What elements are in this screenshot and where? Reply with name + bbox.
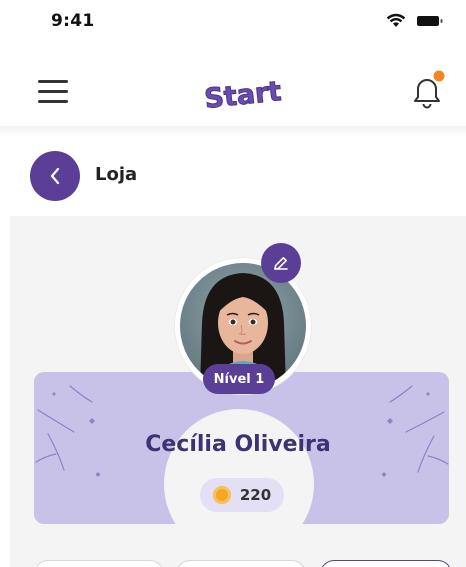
coins-balance: 220 [200, 478, 284, 512]
notifications-button[interactable] [405, 70, 449, 114]
app-bar: Start [0, 56, 466, 128]
user-name: Cecília Oliveira [145, 432, 331, 457]
battery-icon [417, 15, 443, 26]
coin-icon [212, 486, 231, 504]
start-logo: Start [203, 76, 284, 115]
status-bar: 9:41 [0, 0, 466, 44]
logo-text: Start [203, 76, 283, 115]
status-time: 9:41 [51, 11, 95, 31]
page-header: Loja [0, 136, 466, 216]
coins-value: 220 [239, 486, 272, 504]
tab-2[interactable] [176, 560, 306, 567]
edit-avatar-button[interactable] [261, 243, 301, 283]
pencil-icon [274, 257, 288, 270]
level-badge: Nível 1 [203, 364, 275, 394]
app-bar-shadow [0, 126, 466, 136]
bell-icon [414, 70, 445, 109]
notification-dot [433, 70, 445, 82]
page-title: Loja [95, 164, 138, 185]
wifi-icon [386, 13, 406, 27]
tab-1[interactable] [34, 560, 164, 567]
hamburger-menu-icon[interactable] [38, 78, 68, 104]
tab-3[interactable] [320, 560, 452, 567]
profile-section: Nível 1 Cecília Oliveira 220 [10, 216, 466, 567]
status-icons [386, 13, 444, 28]
chevron-left-icon [50, 167, 60, 185]
back-button[interactable] [30, 151, 80, 201]
